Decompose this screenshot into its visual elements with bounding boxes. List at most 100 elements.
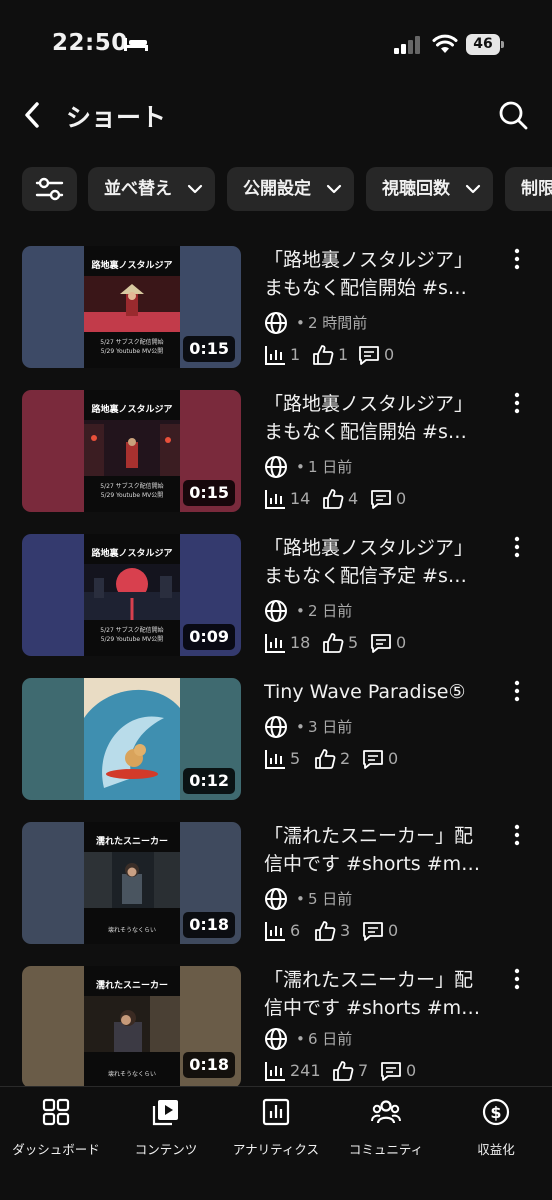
video-thumbnail[interactable]: 0:12: [22, 678, 241, 800]
video-title-line: 「路地裏ノスタルジア」: [264, 393, 474, 415]
back-arrow-icon[interactable]: [20, 100, 46, 130]
video-item[interactable]: 濡れたスニーカー 壊れそうなくらい 0:18 「濡れたスニーカー」配 信中です …: [0, 960, 552, 1090]
upload-age: 2 日前: [308, 602, 353, 620]
separator-dot: •: [296, 458, 305, 476]
duration-badge: 0:18: [183, 912, 235, 938]
video-thumbnail[interactable]: 路地裏ノスタルジア 5/27 サブスク配信開始 5/29 Youtube MV公…: [22, 246, 241, 368]
nav-item-community[interactable]: コミュニティ: [331, 1097, 441, 1157]
video-item[interactable]: 路地裏ノスタルジア 5/27 サブスク配信開始 5/29 Youtube MV公…: [0, 240, 552, 370]
chip-views[interactable]: 視聴回数: [366, 167, 493, 211]
video-title-line: 「濡れたスニーカー」配: [264, 969, 474, 991]
chip-sort[interactable]: 並べ替え: [88, 167, 215, 211]
more-options-icon[interactable]: [510, 824, 524, 846]
thumbnail-caption-line: 5/27 サブスク配信開始: [100, 627, 164, 634]
more-options-icon[interactable]: [510, 392, 524, 414]
nav-item-dashboard[interactable]: ダッシュボード: [1, 1097, 111, 1157]
thumbnail-title: 路地裏ノスタルジア: [91, 261, 173, 271]
globe-icon: [265, 600, 287, 622]
nav-item-monetization[interactable]: $ 収益化: [441, 1097, 551, 1157]
video-thumbnail[interactable]: 濡れたスニーカー 壊れそうなくらい 0:18: [22, 966, 241, 1088]
thumbnail-title: 濡れたスニーカー: [95, 981, 168, 991]
like-count: 2: [340, 749, 351, 768]
comment-count: 0: [388, 921, 399, 940]
duration-badge: 0:15: [183, 480, 235, 506]
duration-badge: 0:12: [183, 768, 235, 794]
status-bar: 22:50 46: [0, 0, 552, 92]
thumbnail-frame: 路地裏ノスタルジア 5/27 サブスク配信開始 5/29 Youtube MV公…: [84, 246, 180, 368]
video-title-line: Tiny Wave Paradise⑤: [264, 681, 466, 703]
separator-dot: •: [296, 1030, 305, 1048]
globe-icon: [265, 456, 287, 478]
separator-dot: •: [296, 314, 305, 332]
header: ショート: [0, 92, 552, 152]
thumbs-up-icon: [333, 1061, 354, 1081]
content-icon: [152, 1100, 178, 1126]
globe-icon: [265, 888, 287, 910]
thumbnail-artwork: [84, 564, 180, 620]
like-count: 5: [348, 633, 359, 652]
video-item[interactable]: 路地裏ノスタルジア 5/27 サブスク配信開始 5/29 Youtube MV公…: [0, 528, 552, 658]
thumbs-up-icon: [313, 345, 334, 365]
nav-label: アナリティクス: [232, 1142, 320, 1157]
video-thumbnail[interactable]: 路地裏ノスタルジア 5/27 サブスク配信開始 5/29 Youtube MV公…: [22, 534, 241, 656]
chip-visibility[interactable]: 公開設定: [227, 167, 354, 211]
video-item[interactable]: 0:12 Tiny Wave Paradise⑤ • 3 日前 5 2 0: [0, 672, 552, 802]
bar-chart-icon: [265, 634, 285, 653]
video-title-line: まもなく配信開始 #s…: [264, 421, 467, 443]
duration-badge: 0:15: [183, 336, 235, 362]
chip-views-label: 視聴回数: [382, 179, 450, 199]
more-options-icon[interactable]: [510, 536, 524, 558]
more-options-icon[interactable]: [510, 248, 524, 270]
separator-dot: •: [296, 602, 305, 620]
video-thumbnail[interactable]: 路地裏ノスタルジア 5/27 サブスク配信開始 5/29 Youtube MV公…: [22, 390, 241, 512]
bar-chart-icon: [265, 1062, 285, 1081]
video-title[interactable]: 「濡れたスニーカー」配 信中です #shorts #m…: [264, 822, 486, 878]
chip-sort-label: 並べ替え: [104, 179, 172, 199]
separator-dot: •: [296, 890, 305, 908]
video-title[interactable]: Tiny Wave Paradise⑤: [264, 678, 486, 706]
video-thumbnail[interactable]: 濡れたスニーカー 壊れそうなくらい 0:18: [22, 822, 241, 944]
battery-level: 46: [466, 34, 500, 55]
video-title[interactable]: 「路地裏ノスタルジア」 まもなく配信予定 #s…: [264, 534, 486, 590]
thumbnail-artwork: [84, 276, 180, 332]
chip-restrictions[interactable]: 制限: [505, 167, 552, 211]
sliders-icon: [35, 177, 64, 201]
thumbnail-title: 濡れたスニーカー: [95, 837, 168, 847]
video-title-line: 「路地裏ノスタルジア」: [264, 249, 474, 271]
video-title[interactable]: 「濡れたスニーカー」配 信中です #shorts #m…: [264, 966, 486, 1022]
thumbnail-frame: 濡れたスニーカー 壊れそうなくらい: [84, 822, 180, 944]
dollar-icon: $: [482, 1098, 510, 1126]
comment-icon: [359, 346, 379, 365]
thumbnail-title: 路地裏ノスタルジア: [91, 405, 173, 415]
view-count: 241: [290, 1061, 321, 1080]
video-title[interactable]: 「路地裏ノスタルジア」 まもなく配信開始 #s…: [264, 246, 486, 302]
globe-icon: [265, 716, 287, 738]
comment-icon: [371, 634, 391, 653]
cellular-signal-icon: [394, 36, 420, 54]
like-count: 7: [358, 1061, 369, 1080]
thumbnail-caption: 壊れそうなくらい: [84, 1070, 180, 1079]
search-icon[interactable]: [498, 100, 528, 130]
bar-chart-icon: [265, 922, 285, 941]
chevron-down-icon: [326, 184, 342, 194]
comment-count: 0: [384, 345, 395, 364]
thumbnail-caption: 5/27 サブスク配信開始 5/29 Youtube MV公開: [84, 338, 180, 356]
more-options-icon[interactable]: [510, 968, 524, 990]
chip-visibility-label: 公開設定: [243, 179, 311, 199]
video-title-line: 「濡れたスニーカー」配: [264, 825, 474, 847]
svg-text:$: $: [490, 1103, 501, 1122]
upload-age: 3 日前: [308, 718, 353, 736]
filter-settings-button[interactable]: [22, 167, 77, 211]
video-item[interactable]: 濡れたスニーカー 壊れそうなくらい 0:18 「濡れたスニーカー」配 信中です …: [0, 816, 552, 946]
nav-item-analytics[interactable]: アナリティクス: [221, 1097, 331, 1157]
thumbnail-artwork: [84, 996, 180, 1052]
comment-count: 0: [388, 749, 399, 768]
video-item[interactable]: 路地裏ノスタルジア 5/27 サブスク配信開始 5/29 Youtube MV公…: [0, 384, 552, 514]
bottom-navigation: ダッシュボード コンテンツ アナリティクス コミュニティ $ 収益化: [0, 1086, 552, 1200]
nav-item-content[interactable]: コンテンツ: [111, 1097, 221, 1157]
video-title[interactable]: 「路地裏ノスタルジア」 まもなく配信開始 #s…: [264, 390, 486, 446]
bar-chart-icon: [265, 490, 285, 509]
more-options-icon[interactable]: [510, 680, 524, 702]
thumbnail-caption: 5/27 サブスク配信開始 5/29 Youtube MV公開: [84, 626, 180, 644]
comment-icon: [381, 1062, 401, 1081]
